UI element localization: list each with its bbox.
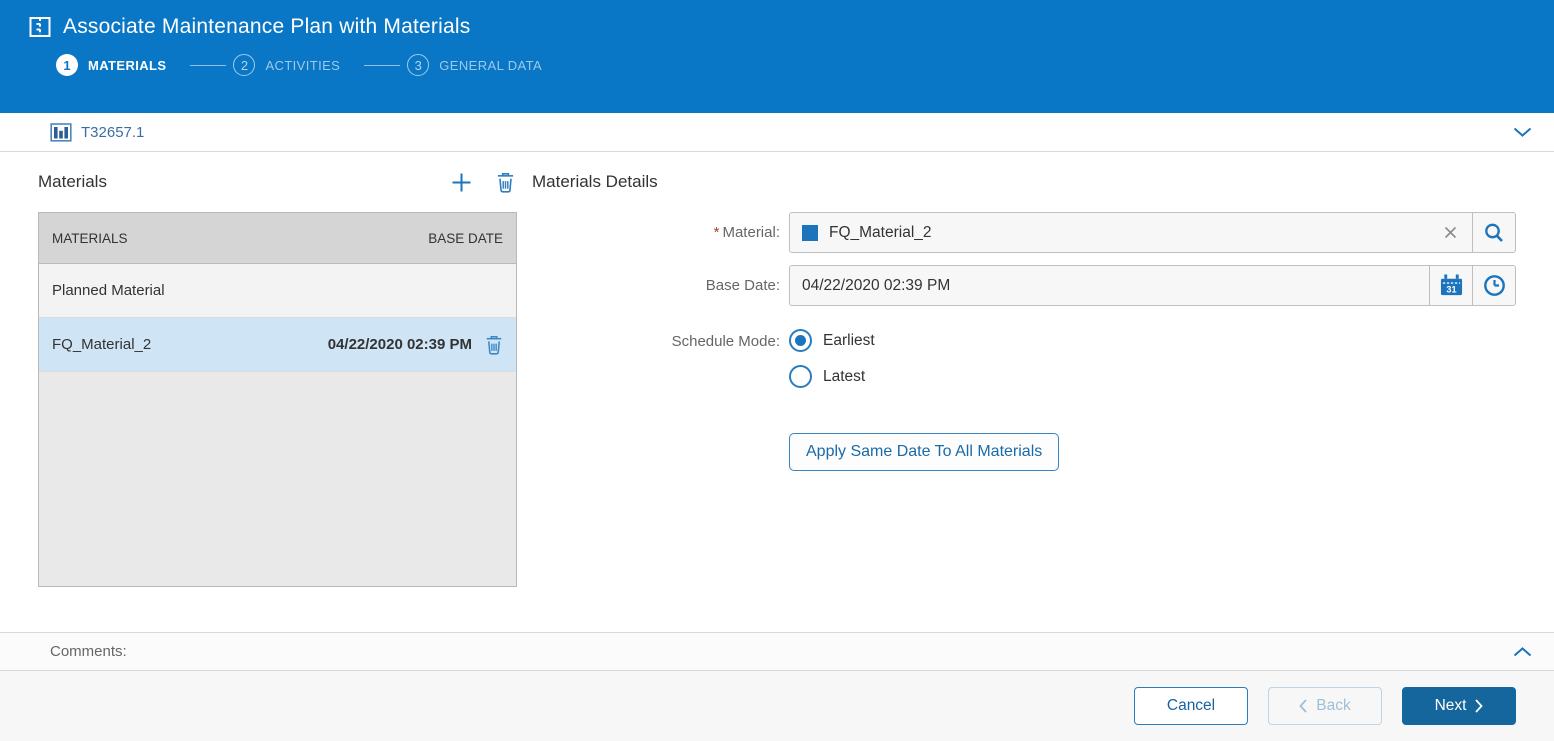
main-content: Materials <box>0 152 1554 632</box>
step-1-circle: 1 <box>56 54 78 76</box>
next-button[interactable]: Next <box>1402 687 1516 725</box>
add-material-button[interactable] <box>451 172 472 193</box>
materials-details-title: Materials Details <box>532 172 658 192</box>
back-button: Back <box>1268 687 1382 725</box>
step-materials[interactable]: 1 MATERIALS <box>56 54 166 76</box>
row-trash-icon[interactable] <box>485 335 503 355</box>
materials-table-header: MATERIALS BASE DATE <box>39 213 516 264</box>
object-id-link[interactable]: T32657.1 <box>81 124 144 141</box>
step-connector <box>190 65 226 66</box>
base-date-input[interactable]: 04/22/2020 02:39 PM 31 <box>789 265 1516 306</box>
materials-table: MATERIALS BASE DATE Planned Material FQ_… <box>38 212 517 587</box>
cancel-button[interactable]: Cancel <box>1134 687 1248 725</box>
object-header: T32657.1 <box>0 113 1554 152</box>
material-value: FQ_Material_2 <box>818 224 932 242</box>
schedule-mode-label: Schedule Mode: <box>532 324 780 350</box>
chevron-down-icon[interactable] <box>1513 127 1532 138</box>
svg-text:31: 31 <box>1446 285 1456 295</box>
materials-list-panel: Materials <box>38 152 517 632</box>
radio-latest-circle[interactable] <box>789 365 812 388</box>
step-2-circle: 2 <box>233 54 255 76</box>
apply-same-date-button[interactable]: Apply Same Date To All Materials <box>789 433 1059 471</box>
required-marker: * <box>714 224 720 241</box>
radio-earliest[interactable]: Earliest <box>789 329 1516 352</box>
radio-latest-label[interactable]: Latest <box>823 368 865 386</box>
radio-earliest-circle[interactable] <box>789 329 812 352</box>
step-activities[interactable]: 2 ACTIVITIES <box>233 54 340 76</box>
calendar-icon[interactable]: 31 <box>1429 266 1472 305</box>
column-header-base-date: BASE DATE <box>428 231 503 246</box>
wizard-footer: Cancel Back Next <box>0 670 1554 741</box>
comments-label: Comments: <box>50 643 127 660</box>
wizard-progress: 1 MATERIALS 2 ACTIVITIES 3 GENERAL DATA <box>56 54 1554 76</box>
chevron-left-icon <box>1299 699 1307 713</box>
clock-icon[interactable] <box>1472 266 1515 305</box>
plant-icon <box>50 122 72 142</box>
material-input[interactable]: FQ_Material_2 <box>789 212 1516 253</box>
clear-icon[interactable] <box>1429 226 1472 239</box>
next-button-label: Next <box>1435 697 1467 715</box>
column-header-materials: MATERIALS <box>52 231 128 246</box>
materials-details-panel: Materials Details *Material: FQ_Material… <box>532 152 1516 632</box>
delete-material-button[interactable] <box>496 172 515 193</box>
step-1-label: MATERIALS <box>88 58 166 73</box>
comments-section-toggle[interactable]: Comments: <box>0 632 1554 670</box>
material-swatch-icon <box>802 225 818 241</box>
table-row-planned-material[interactable]: Planned Material <box>39 264 516 318</box>
step-general-data[interactable]: 3 GENERAL DATA <box>407 54 542 76</box>
radio-earliest-label[interactable]: Earliest <box>823 332 875 350</box>
step-2-label: ACTIVITIES <box>265 58 340 73</box>
back-button-label: Back <box>1316 697 1350 715</box>
step-connector <box>364 65 400 66</box>
chevron-right-icon <box>1475 699 1483 713</box>
row-base-date: 04/22/2020 02:39 PM <box>328 336 472 353</box>
page-title: Associate Maintenance Plan with Material… <box>63 15 470 39</box>
materials-list-title: Materials <box>38 172 107 192</box>
step-3-label: GENERAL DATA <box>439 58 542 73</box>
base-date-label: Base Date: <box>532 277 780 294</box>
table-row-fq-material-2[interactable]: FQ_Material_2 04/22/2020 02:39 PM <box>39 318 516 372</box>
chevron-up-icon[interactable] <box>1513 646 1532 657</box>
associate-plan-icon <box>28 15 52 39</box>
base-date-value: 04/22/2020 02:39 PM <box>790 277 950 295</box>
material-label: *Material: <box>532 224 780 241</box>
wizard-header: Associate Maintenance Plan with Material… <box>0 0 1554 113</box>
step-3-circle: 3 <box>407 54 429 76</box>
search-icon[interactable] <box>1472 213 1515 252</box>
radio-latest[interactable]: Latest <box>789 365 1516 388</box>
